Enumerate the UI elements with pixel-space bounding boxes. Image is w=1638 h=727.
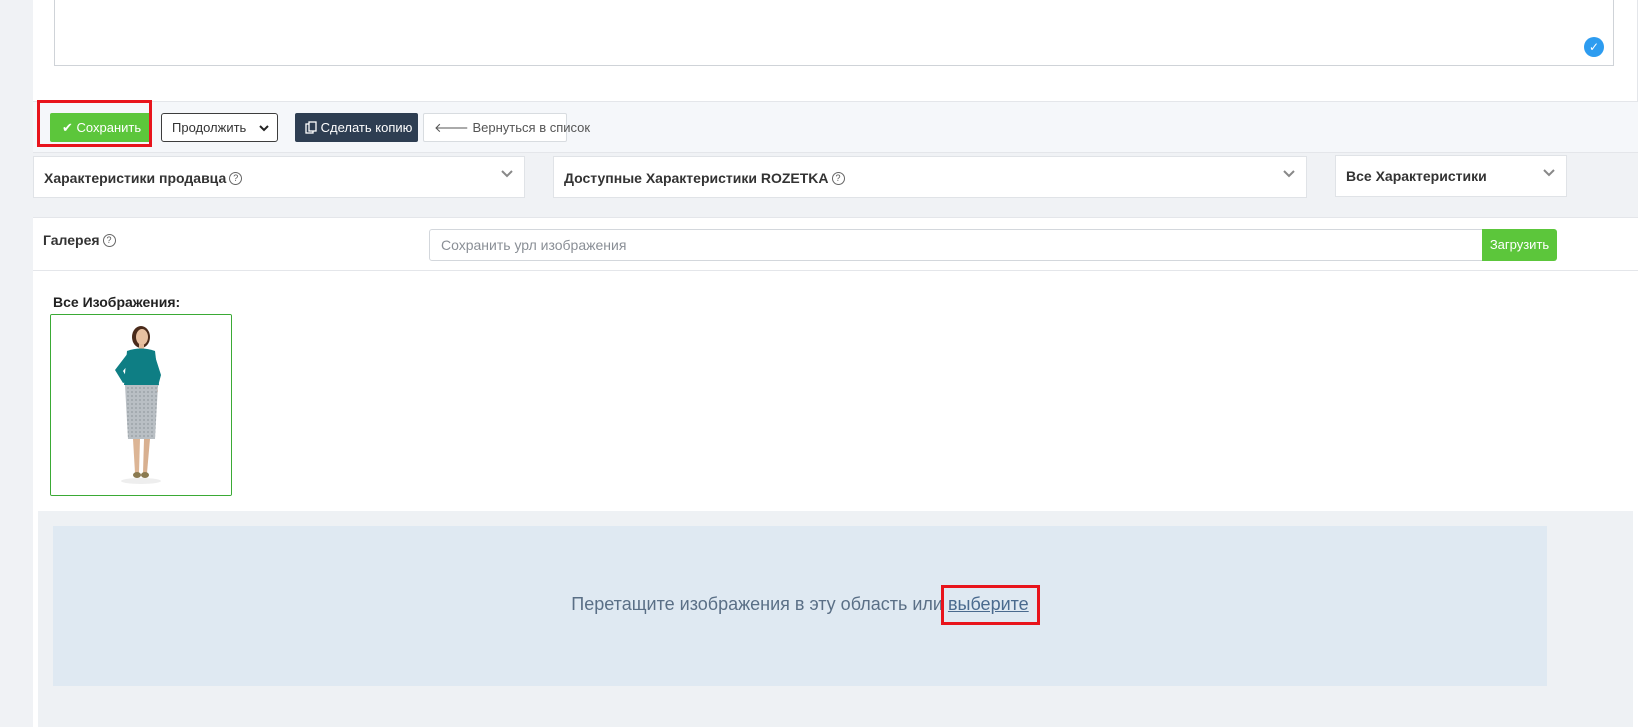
back-to-list-label: Вернуться в список bbox=[472, 120, 591, 135]
product-image-thumbnail[interactable] bbox=[50, 314, 232, 496]
continue-select[interactable]: Продолжить bbox=[161, 113, 278, 142]
make-copy-button[interactable]: Сделать копию bbox=[295, 113, 418, 142]
all-characteristics-accordion[interactable]: Все Характеристики bbox=[1335, 155, 1567, 197]
help-icon[interactable]: ? bbox=[831, 172, 845, 185]
description-panel: ✓ bbox=[33, 0, 1638, 101]
chevron-down-icon bbox=[1542, 165, 1556, 183]
choose-link-highlight-box bbox=[941, 585, 1040, 625]
arrow-left-icon: 🡐 bbox=[434, 120, 469, 135]
help-icon[interactable]: ? bbox=[102, 234, 116, 247]
all-images-label: Все Изображения: bbox=[53, 294, 181, 310]
chevron-down-icon bbox=[1282, 166, 1296, 184]
woman-in-dress-image bbox=[51, 315, 231, 495]
make-copy-label: Сделать копию bbox=[320, 120, 413, 135]
dropzone-text: Перетащите изображения в эту область или bbox=[571, 594, 948, 614]
images-area: Все Изображения: Перетащите изображения … bbox=[33, 271, 1638, 727]
help-icon[interactable]: ? bbox=[229, 172, 243, 185]
image-url-input[interactable] bbox=[429, 229, 1483, 261]
description-textarea[interactable]: ✓ bbox=[54, 0, 1614, 66]
rozetka-characteristics-accordion[interactable]: Доступные Характеристики ROZETKA? bbox=[553, 156, 1307, 198]
chevron-down-icon bbox=[258, 114, 270, 141]
gallery-title: Галерея bbox=[43, 232, 100, 248]
action-toolbar: ✔ Сохранить Продолжить Сделать копию 🡐 В… bbox=[33, 101, 1638, 153]
image-dropzone[interactable]: Перетащите изображения в эту область или… bbox=[53, 526, 1547, 686]
dropzone-wrapper: Перетащите изображения в эту область или… bbox=[38, 511, 1633, 727]
all-characteristics-label: Все Характеристики bbox=[1346, 168, 1487, 184]
copy-icon bbox=[305, 120, 321, 135]
gallery-header: Галерея? Загрузить bbox=[33, 217, 1638, 271]
back-to-list-button[interactable]: 🡐 Вернуться в список bbox=[423, 113, 590, 142]
chevron-down-icon bbox=[500, 166, 514, 184]
rozetka-characteristics-label: Доступные Характеристики ROZETKA bbox=[564, 170, 829, 186]
continue-label: Продолжить bbox=[172, 120, 247, 135]
save-highlight-box bbox=[37, 100, 152, 147]
checkmark-circle-icon: ✓ bbox=[1584, 37, 1604, 57]
upload-button[interactable]: Загрузить bbox=[1482, 229, 1557, 261]
seller-characteristics-label: Характеристики продавца bbox=[44, 170, 227, 186]
seller-characteristics-accordion[interactable]: Характеристики продавца? bbox=[33, 156, 525, 198]
